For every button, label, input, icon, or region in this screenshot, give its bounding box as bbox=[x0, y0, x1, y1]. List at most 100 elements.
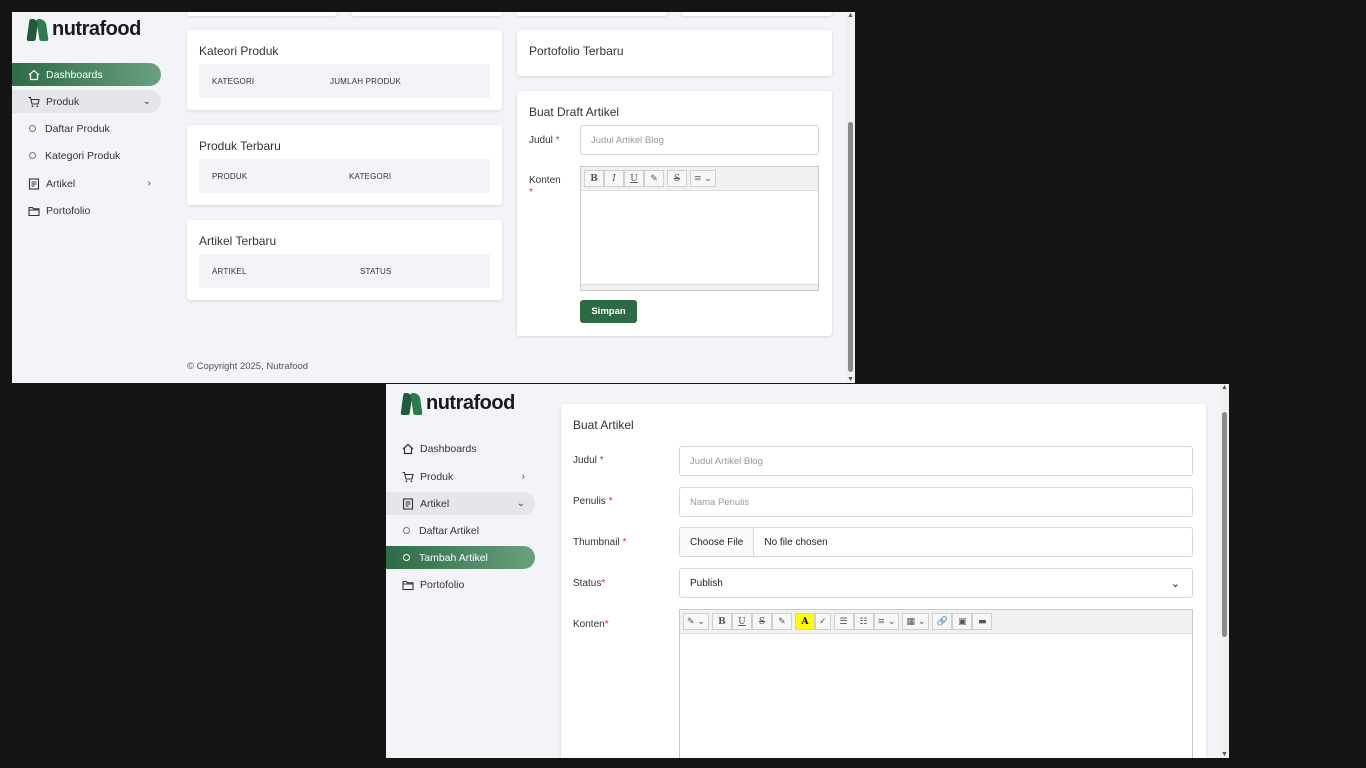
brand-name: nutrafood bbox=[426, 392, 515, 414]
sidebar-item-label: Daftar Produk bbox=[45, 122, 110, 135]
sidebar-item-kategori-produk[interactable]: Kategori Produk bbox=[12, 144, 161, 167]
stat-card bbox=[681, 12, 832, 16]
penulis-label: Penulis * bbox=[573, 496, 613, 507]
editor-toolbar: ✎ ⌄ B U S ✎ A ✓ ☰ ☷ ≡ ⌄ ▦ ⌄ 🔗 ▣ ▬ bbox=[680, 610, 1192, 634]
judul-input[interactable]: Judul Artikel Blog bbox=[679, 446, 1193, 476]
scrollbar[interactable]: ▲ ▼ bbox=[846, 12, 855, 383]
konten-editor[interactable]: B I U ✎ S ≡ ⌄ bbox=[580, 166, 819, 291]
scroll-up-icon[interactable]: ▲ bbox=[847, 12, 854, 19]
sidebar-item-daftar-produk[interactable]: Daftar Produk bbox=[12, 117, 161, 140]
konten-editor[interactable]: ✎ ⌄ B U S ✎ A ✓ ☰ ☷ ≡ ⌄ ▦ ⌄ 🔗 ▣ ▬ bbox=[679, 609, 1193, 758]
table-dropdown[interactable]: ▦ ⌄ bbox=[902, 613, 930, 630]
italic-button[interactable]: I bbox=[604, 170, 624, 187]
eraser-icon[interactable]: ✎ bbox=[771, 613, 792, 630]
image-icon[interactable]: ▣ bbox=[952, 613, 973, 630]
sidebar-item-artikel[interactable]: Artikel ⌄ bbox=[386, 492, 535, 515]
scroll-up-icon[interactable]: ▲ bbox=[1221, 384, 1228, 391]
strikethrough-button[interactable]: S bbox=[751, 613, 772, 630]
sidebar-item-portofolio[interactable]: Portofolio bbox=[386, 573, 535, 596]
judul-label: Judul * bbox=[529, 135, 560, 146]
column-header: KATEGORI bbox=[349, 171, 392, 181]
no-file-text: No file chosen bbox=[764, 536, 828, 548]
video-icon[interactable]: ▬ bbox=[972, 613, 993, 630]
scrollbar[interactable]: ▲ ▼ bbox=[1220, 384, 1229, 758]
sidebar-item-daftar-artikel[interactable]: Daftar Artikel bbox=[386, 519, 535, 542]
sidebar-item-label: Daftar Artikel bbox=[419, 524, 480, 537]
konten-label: Konten* bbox=[573, 619, 609, 630]
editor-toolbar: B I U ✎ S ≡ ⌄ bbox=[581, 167, 818, 191]
magic-wand-dropdown[interactable]: ✎ ⌄ bbox=[683, 613, 709, 630]
sidebar-item-artikel[interactable]: Artikel › bbox=[12, 172, 161, 195]
sidebar-item-produk[interactable]: Produk ⌄ bbox=[12, 90, 161, 113]
chevron-right-icon: › bbox=[147, 178, 151, 189]
judul-label: Judul * bbox=[573, 455, 604, 466]
home-icon bbox=[27, 68, 40, 81]
penulis-input[interactable]: Nama Penulis bbox=[679, 487, 1193, 517]
column-header: STATUS bbox=[360, 266, 392, 276]
scroll-thumb[interactable] bbox=[848, 122, 853, 372]
strikethrough-button[interactable]: S bbox=[667, 170, 687, 187]
footer-copyright: © Copyright 2025, Nutrafood bbox=[187, 361, 309, 372]
brand-name: nutrafood bbox=[52, 18, 141, 40]
column-header: ARTIKEL bbox=[212, 266, 247, 276]
sidebar-item-label: Kategori Produk bbox=[45, 149, 121, 162]
card-title: Kateori Produk bbox=[199, 44, 279, 58]
sidebar-item-label: Artikel bbox=[420, 497, 450, 510]
align-dropdown[interactable]: ≡ ⌄ bbox=[873, 613, 900, 630]
color-dropdown[interactable]: ✓ bbox=[814, 613, 831, 630]
eraser-icon[interactable]: ✎ bbox=[644, 170, 664, 187]
thumbnail-label: Thumbnail * bbox=[573, 537, 627, 548]
simpan-button[interactable]: Simpan bbox=[580, 300, 637, 323]
card-title: Buat Draft Artikel bbox=[529, 105, 620, 119]
thumbnail-file-input[interactable]: Choose File No file chosen bbox=[679, 527, 1193, 557]
sidebar-item-label: Produk bbox=[420, 470, 454, 483]
bold-button[interactable]: B bbox=[711, 613, 732, 630]
sidebar-item-label: Produk bbox=[46, 95, 80, 108]
buat-draft-artikel-card: Buat Draft Artikel Judul * Judul Artikel… bbox=[517, 91, 832, 336]
editor-resize-handle[interactable] bbox=[581, 284, 818, 290]
kategori-produk-card: Kateori Produk KATEGORI JUMLAH PRODUK bbox=[187, 30, 502, 110]
sidebar-item-label: Portofolio bbox=[420, 578, 465, 591]
sidebar-item-tambah-artikel[interactable]: Tambah Artikel bbox=[386, 546, 535, 569]
column-header: JUMLAH PRODUK bbox=[330, 76, 402, 86]
scroll-down-icon[interactable]: ▼ bbox=[847, 376, 854, 383]
tambah-artikel-screenshot: nutrafood Dashboards Produk › Artikel ⌄ … bbox=[386, 384, 1229, 758]
document-icon bbox=[401, 497, 414, 510]
sidebar-item-label: Portofolio bbox=[46, 204, 91, 217]
sidebar-item-dashboards[interactable]: Dashboards bbox=[12, 63, 161, 86]
choose-file-button[interactable]: Choose File bbox=[680, 528, 755, 556]
sidebar-item-portofolio[interactable]: Portofolio bbox=[12, 199, 161, 222]
sidebar-item-label: Dashboards bbox=[46, 68, 103, 81]
underline-button[interactable]: U bbox=[731, 613, 752, 630]
column-header: PRODUK bbox=[212, 171, 248, 181]
bold-button[interactable]: B bbox=[584, 170, 604, 187]
card-title: Buat Artikel bbox=[573, 418, 634, 432]
chevron-down-icon: ⌄ bbox=[516, 498, 525, 509]
bullet-list-button[interactable]: ☰ bbox=[833, 613, 854, 630]
chevron-down-icon: ⌄ bbox=[142, 96, 151, 107]
card-title: Artikel Terbaru bbox=[199, 234, 277, 248]
align-dropdown[interactable]: ≡ ⌄ bbox=[690, 170, 716, 187]
scroll-thumb[interactable] bbox=[1222, 412, 1227, 637]
sidebar-item-label: Tambah Artikel bbox=[419, 551, 488, 564]
status-select[interactable]: Publish ⌄ bbox=[679, 568, 1193, 598]
artikel-terbaru-card: Artikel Terbaru ARTIKEL STATUS bbox=[187, 220, 502, 300]
numbered-list-button[interactable]: ☷ bbox=[853, 613, 874, 630]
document-icon bbox=[27, 177, 40, 190]
brand-logo[interactable]: nutrafood bbox=[400, 392, 515, 415]
scroll-down-icon[interactable]: ▼ bbox=[1221, 751, 1228, 758]
logo-mark-icon bbox=[26, 18, 49, 41]
sidebar-item-dashboards[interactable]: Dashboards bbox=[386, 437, 535, 460]
circle-icon bbox=[403, 527, 410, 534]
status-value: Publish bbox=[690, 577, 723, 589]
sidebar-item-label: Artikel bbox=[46, 177, 76, 190]
table-header: ARTIKEL STATUS bbox=[199, 254, 490, 288]
sidebar-item-produk[interactable]: Produk › bbox=[386, 465, 535, 488]
chevron-down-icon: ⌄ bbox=[1170, 577, 1180, 590]
underline-button[interactable]: U bbox=[624, 170, 644, 187]
highlight-color-button[interactable]: A bbox=[794, 613, 815, 630]
link-icon[interactable]: 🔗 bbox=[932, 613, 953, 630]
judul-input[interactable]: Judul Artikel Blog bbox=[580, 125, 819, 155]
brand-logo[interactable]: nutrafood bbox=[26, 18, 141, 41]
folder-icon bbox=[27, 204, 40, 217]
